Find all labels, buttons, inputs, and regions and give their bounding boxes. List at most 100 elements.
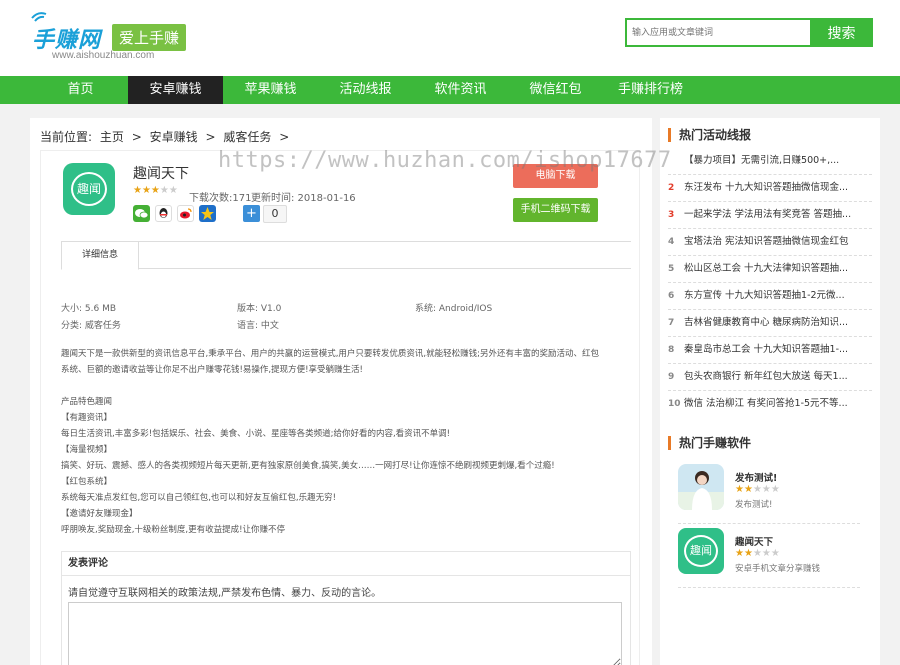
comment-hint: 请自觉遵守互联网相关的政策法规,严禁发布色情、暴力、反动的言论。: [68, 588, 382, 599]
rank-number: 10: [668, 399, 681, 409]
rank-number: 8: [668, 345, 675, 355]
software-item[interactable]: 趣闻 趣闻天下 ★★★★★ 安卓手机文章分享赚钱: [678, 528, 860, 588]
tab-details[interactable]: 详细信息: [61, 241, 139, 270]
watermark: https://www.huzhan.com/ishop17677: [218, 148, 672, 173]
search-button[interactable]: 搜索: [810, 18, 873, 47]
software-name: 趣闻天下: [735, 537, 774, 548]
list-item[interactable]: 5 松山区总工会 十九大法律知识答题抽...: [668, 256, 872, 283]
software-rating: ★★★★★: [735, 548, 780, 559]
comment-section: 发表评论 请自觉遵守互联网相关的政策法规,严禁发布色情、暴力、反动的言论。: [61, 551, 631, 665]
desc-features-title: 产品特色趣闻: [61, 397, 113, 407]
software-desc: 安卓手机文章分享赚钱: [735, 564, 821, 574]
wechat-icon[interactable]: [133, 205, 150, 222]
list-item-text: 秦皇岛市总工会 十九大知识答题抽1-...: [684, 344, 849, 355]
search-bar: 搜索: [625, 18, 873, 47]
breadcrumb-sep: >: [131, 130, 142, 144]
app-rating: ★★★★★: [133, 185, 178, 196]
software-thumbnail: 趣闻: [678, 528, 724, 574]
list-item[interactable]: 6 东方宣传 十九大知识答题抽1-2元微...: [668, 283, 872, 310]
rank-number: 5: [668, 264, 675, 274]
list-item-text: 微信 法治柳江 有奖问答抢1-5元不等...: [684, 398, 848, 409]
rank-number: 2: [668, 183, 675, 193]
list-item-text: 宝塔法治 宪法知识答题抽微信现金红包: [684, 236, 849, 247]
info-version: 版本: V1.0: [237, 304, 282, 314]
share-more-icon[interactable]: +: [243, 205, 260, 222]
list-item-text: 松山区总工会 十九大法律知识答题抽...: [684, 263, 849, 274]
breadcrumb-sep: >: [279, 130, 290, 144]
desc-feature-text: 呼朋唤友,奖励现金,十级粉丝制度,更有收益提成!让你赚不停: [61, 525, 286, 535]
nav-item-apple[interactable]: 苹果赚钱: [223, 76, 318, 104]
software-icon-text: 趣闻: [684, 535, 718, 567]
info-language: 语言: 中文: [237, 321, 279, 331]
star-icon: ★★: [735, 484, 753, 495]
sidebar: 热门活动线报 【暴力项目】无需引流,日赚500+,... 2 东汪发布 十九大知识…: [660, 118, 880, 665]
desc-feature-text: 系统每天准点发红包,您可以自己领红包,也可以和好友互偷红包,乐趣无穷!: [61, 493, 337, 503]
desc-feature-text: 每日生活资讯,丰富多彩!包括娱乐、社会、美食、小说、星座等各类频道;给你好看的内…: [61, 429, 451, 439]
desc-intro: 趣闻天下是一款供新型的资讯信息平台,秉承平台、用户的共赢的运营模式,用户只要转发…: [61, 349, 599, 359]
app-icon: 趣闻: [63, 163, 115, 215]
search-input[interactable]: [625, 18, 810, 47]
list-item-text: 东汪发布 十九大知识答题抽微信现金...: [684, 182, 849, 193]
qzone-icon[interactable]: [199, 205, 216, 222]
rank-number: 6: [668, 291, 675, 301]
software-rating: ★★★★★: [735, 484, 780, 495]
breadcrumb-android[interactable]: 安卓赚钱: [150, 130, 198, 144]
tab-bar: 详细信息: [61, 241, 631, 270]
list-item-text: 东方宣传 十九大知识答题抽1-2元微...: [684, 290, 845, 301]
qq-icon[interactable]: [155, 205, 172, 222]
list-item[interactable]: 7 吉林省健康教育中心 糖尿病防治知识...: [668, 310, 872, 337]
breadcrumb-home[interactable]: 主页: [100, 130, 124, 144]
breadcrumb-category[interactable]: 威客任务: [223, 130, 271, 144]
list-item[interactable]: 9 包头农商银行 新年红包大放送 每天1...: [668, 364, 872, 391]
star-icon: ★★★: [133, 185, 160, 196]
desc-feature-title: 【海量视频】: [61, 445, 113, 455]
list-item[interactable]: 3 一起来学法 学法用法有奖竞答 答题抽...: [668, 202, 872, 229]
hot-software-title: 热门手赚软件: [668, 436, 751, 450]
software-desc: 发布测试!: [735, 500, 773, 510]
star-empty-icon: ★★★: [752, 484, 780, 495]
info-category: 分类: 威客任务: [61, 321, 121, 331]
qr-download-button[interactable]: 手机二维码下载: [513, 198, 598, 222]
desc-feature-title: 【红包系统】: [61, 477, 113, 487]
main-nav: 首页 安卓赚钱 苹果赚钱 活动线报 软件资讯 微信红包 手赚排行榜: [0, 76, 900, 104]
nav-item-news[interactable]: 软件资讯: [413, 76, 508, 104]
nav-item-home[interactable]: 首页: [33, 76, 128, 104]
desc-feature-title: 【有趣资讯】: [61, 413, 113, 423]
rank-number: 7: [668, 318, 675, 328]
desc-feature-text: 搞笑、好玩、震撼、感人的各类视频短片每天更新,更有独家原创美食,搞笑,美女……一…: [61, 461, 555, 471]
info-system: 系统: Android/IOS: [415, 304, 493, 314]
software-name: 发布测试!: [735, 473, 778, 484]
list-item[interactable]: 2 东汪发布 十九大知识答题抽微信现金...: [668, 175, 872, 202]
breadcrumb: 当前位置: 主页 > 安卓赚钱 > 威客任务 >: [40, 128, 293, 145]
site-logo[interactable]: 手赚网 爱上手赚 www.aishouzhuan.com: [30, 10, 190, 64]
desc-intro: 系统、巨额的邀请收益等让你足不出户赚零花钱!易操作,提现方便!享受躺赚生活!: [61, 365, 363, 375]
list-item[interactable]: 10 微信 法治柳江 有奖问答抢1-5元不等...: [668, 391, 872, 418]
comment-title: 发表评论: [62, 552, 630, 576]
app-detail: 趣闻 趣闻天下 ★★★★★ 下载次数:171 更新时间: 2018-01-16 …: [40, 150, 640, 665]
software-thumbnail: [678, 464, 724, 510]
nav-item-activities[interactable]: 活动线报: [318, 76, 413, 104]
nav-item-wechat[interactable]: 微信红包: [508, 76, 603, 104]
header: 手赚网 爱上手赚 www.aishouzhuan.com 搜索: [0, 0, 900, 76]
star-empty-icon: ★★★: [752, 548, 780, 559]
list-item[interactable]: 4 宝塔法治 宪法知识答题抽微信现金红包: [668, 229, 872, 256]
list-item-text: 吉林省健康教育中心 糖尿病防治知识...: [684, 317, 849, 328]
list-item[interactable]: 8 秦皇岛市总工会 十九大知识答题抽1-...: [668, 337, 872, 364]
nav-item-android[interactable]: 安卓赚钱: [128, 76, 223, 104]
rank-number: 9: [668, 372, 675, 382]
list-item[interactable]: 【暴力项目】无需引流,日赚500+,...: [668, 148, 872, 175]
app-downloads: 下载次数:171: [189, 193, 252, 204]
weibo-icon[interactable]: [177, 205, 194, 222]
app-updated: 更新时间: 2018-01-16: [251, 193, 356, 204]
hot-activities-title: 热门活动线报: [668, 128, 751, 142]
main-content: 当前位置: 主页 > 安卓赚钱 > 威客任务 > 趣闻 趣闻天下 ★★★★★ 下…: [30, 118, 652, 665]
comment-input[interactable]: [68, 602, 622, 665]
list-item-text: 包头农商银行 新年红包大放送 每天1...: [684, 371, 848, 382]
breadcrumb-prefix: 当前位置:: [40, 130, 93, 144]
software-item[interactable]: 发布测试! ★★★★★ 发布测试!: [678, 464, 860, 524]
share-count: 0: [263, 205, 287, 223]
nav-item-ranking[interactable]: 手赚排行榜: [603, 76, 698, 104]
app-icon-text: 趣闻: [71, 172, 107, 206]
app-description: 趣闻天下是一款供新型的资讯信息平台,秉承平台、用户的共赢的运营模式,用户只要转发…: [61, 346, 631, 538]
rank-number: 4: [668, 237, 675, 247]
